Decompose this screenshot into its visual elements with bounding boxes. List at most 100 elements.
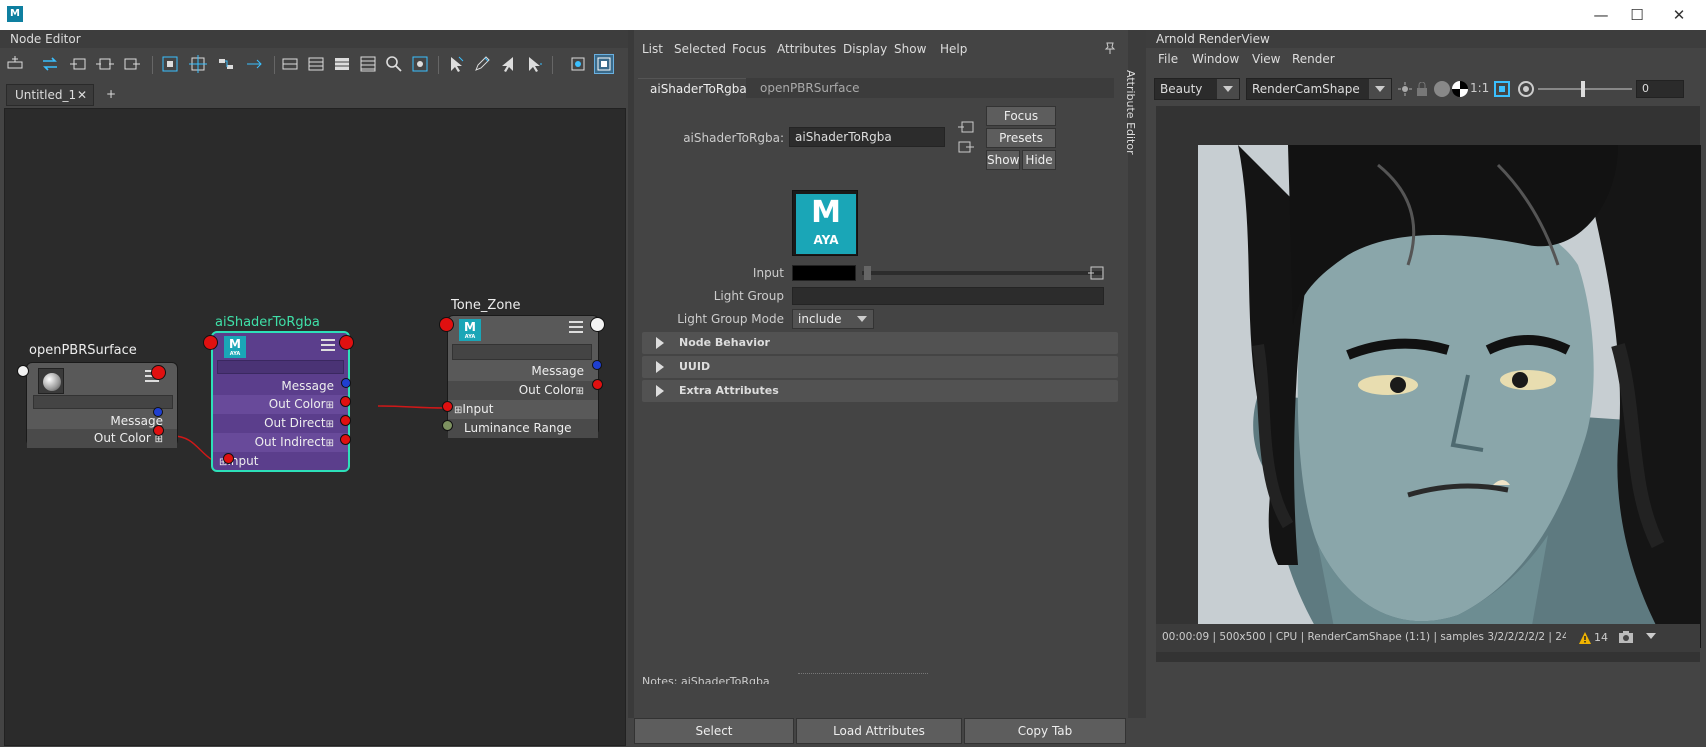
port-out-color-out[interactable] <box>592 379 603 390</box>
tab-untitled-1[interactable]: Untitled_1 ✕ <box>6 84 94 106</box>
ratio-label[interactable]: 1:1 <box>1470 81 1489 95</box>
expand-icon[interactable]: ⊞ <box>326 400 334 411</box>
focus-button[interactable]: Focus <box>986 106 1056 126</box>
section-uuid[interactable]: UUID <box>642 356 1118 378</box>
menu-render[interactable]: Render <box>1292 52 1335 66</box>
port-node-input[interactable] <box>17 365 29 377</box>
frame-selected-icon[interactable] <box>188 54 208 74</box>
sun-icon[interactable] <box>1398 82 1412 96</box>
both-connections-icon[interactable] <box>95 54 115 74</box>
chevron-down-icon[interactable] <box>1646 633 1656 639</box>
aperture-icon[interactable] <box>1518 81 1534 97</box>
input-connection-icon[interactable] <box>958 120 974 134</box>
grid-snap-icon[interactable] <box>594 54 614 74</box>
node-search-field[interactable] <box>452 344 592 360</box>
light-group-mode-select[interactable]: include <box>792 309 874 329</box>
port-input-in[interactable] <box>223 453 234 464</box>
graph-connections-icon[interactable] <box>40 54 60 74</box>
presets-button[interactable]: Presets <box>986 128 1056 148</box>
lock-icon[interactable] <box>1416 81 1428 96</box>
menu-selected[interactable]: Selected <box>674 42 726 56</box>
add-node-icon[interactable] <box>5 54 25 74</box>
port-message-out[interactable] <box>153 407 163 417</box>
frame-all-icon[interactable] <box>160 54 180 74</box>
select-upstream-icon[interactable] <box>498 54 518 74</box>
menu-list[interactable]: List <box>642 42 663 56</box>
menu-file[interactable]: File <box>1158 52 1178 66</box>
output-connections-icon[interactable] <box>122 54 142 74</box>
minimize-button[interactable]: — <box>1586 4 1616 26</box>
show-button[interactable]: Show <box>986 150 1020 170</box>
map-button-icon[interactable] <box>1088 266 1104 280</box>
hide-button[interactable]: Hide <box>1022 150 1056 170</box>
menu-window[interactable]: Window <box>1192 52 1239 66</box>
camera-select[interactable]: RenderCamShape <box>1246 78 1392 100</box>
shader-swatch[interactable]: M AYA <box>792 190 858 256</box>
maximize-button[interactable]: ☐ <box>1622 4 1652 26</box>
render-viewport[interactable] <box>1156 106 1701 662</box>
port-node-output[interactable] <box>590 317 605 332</box>
close-tab-icon[interactable]: ✕ <box>77 85 87 105</box>
menu-help[interactable]: Help <box>940 42 967 56</box>
aov-select[interactable]: Beauty <box>1154 78 1240 100</box>
port-out-color-out[interactable] <box>153 425 164 436</box>
port-message-out[interactable] <box>341 378 351 388</box>
tab-aishadertorgba[interactable]: aiShaderToRgba <box>638 78 747 98</box>
exposure-field[interactable]: 0 <box>1636 80 1684 98</box>
connected-mode-icon[interactable] <box>306 54 326 74</box>
menu-attributes[interactable]: Attributes <box>777 42 836 56</box>
expand-icon[interactable]: ⊞ <box>576 386 584 397</box>
edit-attr-icon[interactable] <box>472 54 492 74</box>
snapshot-icon[interactable] <box>410 54 430 74</box>
node-name-field[interactable]: aiShaderToRgba <box>789 127 945 147</box>
port-luminance-in[interactable] <box>442 420 453 431</box>
port-node-output[interactable] <box>151 365 166 380</box>
close-window-button[interactable]: ✕ <box>1664 4 1694 26</box>
search-icon[interactable] <box>384 54 404 74</box>
port-out-color-out[interactable] <box>340 396 351 407</box>
node-search-field[interactable] <box>33 395 173 409</box>
layout-nodes-icon[interactable] <box>216 54 236 74</box>
section-node-behavior[interactable]: Node Behavior <box>642 332 1118 354</box>
rgb-channel-icon[interactable] <box>1434 81 1450 97</box>
expand-icon[interactable]: ⊞ <box>326 438 334 449</box>
port-message-out[interactable] <box>592 360 602 370</box>
node-search-field[interactable] <box>217 360 344 374</box>
shape-toggle-icon[interactable] <box>568 54 588 74</box>
warning-icon[interactable] <box>1578 631 1592 645</box>
port-out-direct-out[interactable] <box>340 415 351 426</box>
select-downstream-icon[interactable] <box>524 54 544 74</box>
select-button[interactable]: Select <box>634 718 794 744</box>
input-slider-handle[interactable] <box>864 266 871 280</box>
node-graph-canvas[interactable]: openPBRSurface Message Out Color ⊞ aiSha… <box>4 108 626 746</box>
port-node-output[interactable] <box>339 335 354 350</box>
port-out-indirect-out[interactable] <box>340 434 351 445</box>
node-menu-icon[interactable] <box>321 339 335 351</box>
port-node-input[interactable] <box>439 317 454 332</box>
node-menu-icon[interactable] <box>569 321 583 333</box>
input-connections-icon[interactable] <box>68 54 88 74</box>
port-node-input[interactable] <box>203 335 218 350</box>
node-aishadertorgba[interactable]: M AYA Message Out Color⊞ Out Direct⊞ Out … <box>211 331 350 472</box>
menu-focus[interactable]: Focus <box>732 42 766 56</box>
camera-snapshot-icon[interactable] <box>1618 630 1634 644</box>
attribute-editor-side-tab[interactable]: Attribute Editor <box>1124 30 1146 718</box>
section-extra-attributes[interactable]: Extra Attributes <box>642 380 1118 402</box>
tab-openpbrsurface[interactable]: openPBRSurface <box>748 78 859 98</box>
load-attributes-button[interactable]: Load Attributes <box>796 718 962 744</box>
region-icon[interactable] <box>1494 81 1510 97</box>
output-connection-icon[interactable] <box>958 140 974 154</box>
exposure-slider-track[interactable] <box>1538 88 1632 90</box>
expand-icon[interactable]: ⊞ <box>326 419 334 430</box>
full-mode-icon[interactable] <box>332 54 352 74</box>
input-slider-track[interactable] <box>862 271 1102 275</box>
menu-view[interactable]: View <box>1252 52 1280 66</box>
align-nodes-icon[interactable] <box>244 54 264 74</box>
menu-show[interactable]: Show <box>894 42 926 56</box>
node-tone-zone[interactable]: M AYA Message Out Color⊞ ⊞Input Luminance… <box>447 315 599 438</box>
menu-display[interactable]: Display <box>843 42 887 56</box>
copy-tab-button[interactable]: Copy Tab <box>964 718 1126 744</box>
simple-mode-icon[interactable] <box>280 54 300 74</box>
resize-handle[interactable] <box>798 673 928 674</box>
custom-mode-icon[interactable] <box>358 54 378 74</box>
